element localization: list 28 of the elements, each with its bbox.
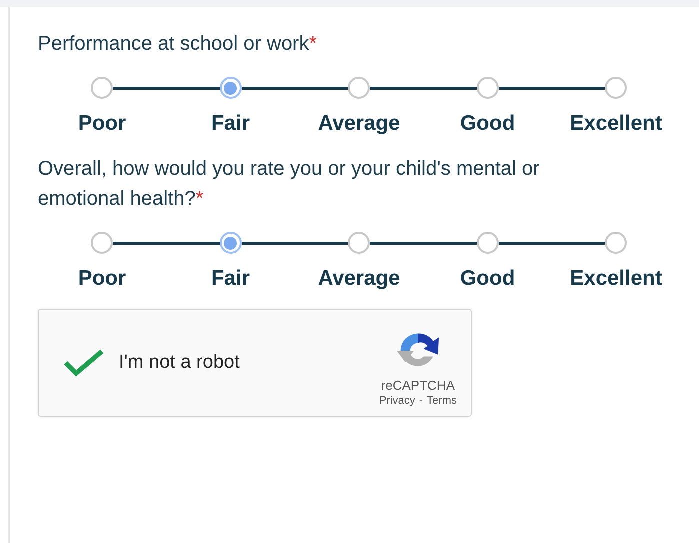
option-label: Good	[460, 112, 516, 136]
radio-button[interactable]	[348, 77, 370, 99]
radio-button[interactable]	[220, 77, 242, 99]
radio-button[interactable]	[91, 77, 113, 99]
option-label: Average	[318, 112, 400, 136]
option-label: Fair	[211, 267, 250, 291]
radio-button[interactable]	[476, 232, 498, 254]
option-label: Poor	[78, 112, 126, 136]
option-label: Excellent	[570, 112, 662, 136]
radio-button[interactable]	[220, 232, 242, 254]
checkmark-icon[interactable]	[63, 348, 105, 378]
question-label: Overall, how would you rate you or your child's mental or emotional health?*	[38, 158, 540, 210]
radio-button[interactable]	[476, 77, 498, 99]
radio-button[interactable]	[91, 232, 113, 254]
option-label: Fair	[211, 112, 250, 136]
terms-link[interactable]: Terms	[427, 394, 457, 406]
radio-button[interactable]	[605, 232, 627, 254]
question-label: Performance at school or work*	[38, 33, 318, 55]
radio-button[interactable]	[348, 232, 370, 254]
option-label: Average	[318, 267, 400, 291]
brand-label: reCAPTCHA	[381, 378, 455, 392]
radio-button[interactable]	[605, 77, 627, 99]
option-label: Poor	[78, 267, 126, 291]
option-label: Excellent	[570, 267, 662, 291]
separator: -	[419, 394, 424, 406]
option-label: Good	[460, 267, 516, 291]
captcha-label: I'm not a robot	[119, 352, 240, 374]
privacy-link[interactable]: Privacy	[379, 394, 416, 406]
